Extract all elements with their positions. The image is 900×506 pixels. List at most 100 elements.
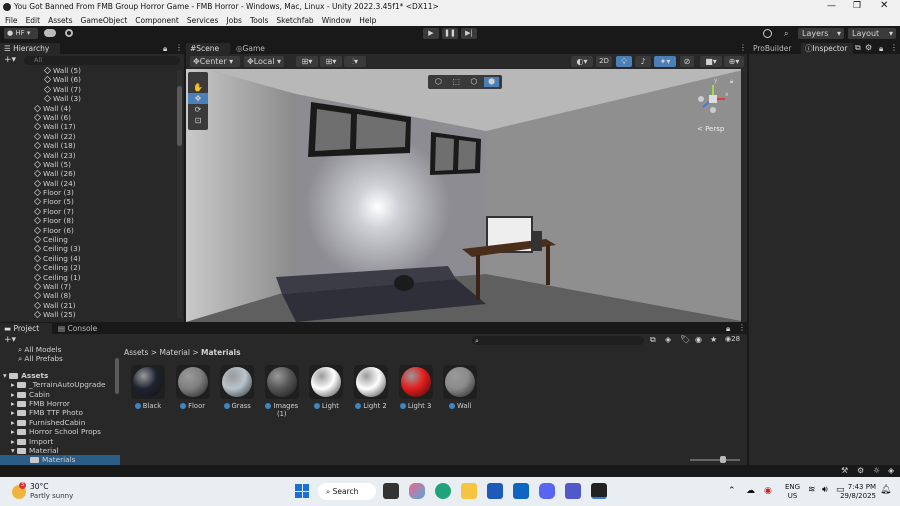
tree-scrollbar[interactable] — [115, 358, 119, 394]
layout-dropdown[interactable]: Layout ▾ — [848, 28, 896, 39]
unity-taskbar-icon[interactable] — [591, 483, 607, 499]
hierarchy-item[interactable]: Wall (5) — [0, 160, 176, 169]
create-button[interactable]: +▾ — [4, 55, 16, 65]
lock-icon[interactable]: 🔒︎ — [730, 78, 733, 86]
diagnostics-icon[interactable]: ⚒ — [841, 466, 848, 475]
history-icon[interactable] — [763, 29, 772, 38]
cloud-icon[interactable] — [44, 29, 56, 37]
step-button[interactable]: ▶| — [461, 28, 477, 39]
maximize-button[interactable]: ❐ — [853, 1, 861, 11]
bug-icon[interactable]: ☼ — [873, 466, 880, 475]
menu-edit[interactable]: Edit — [26, 16, 41, 25]
folder-item[interactable]: ▾ Material — [0, 446, 120, 455]
hierarchy-item[interactable]: Wall (21) — [0, 301, 176, 310]
wifi-icon[interactable]: ≋ — [808, 485, 816, 495]
toggle-2d-button[interactable]: 2D — [596, 56, 612, 67]
vertex-mode-icon[interactable]: ⬚ — [449, 77, 464, 87]
hierarchy-item[interactable]: Wall (22) — [0, 132, 176, 141]
more-icon[interactable]: ⋮ — [890, 43, 898, 52]
store-icon[interactable] — [487, 483, 503, 499]
folder-item[interactable]: ▸ Cabin — [0, 390, 120, 399]
hierarchy-item[interactable]: Wall (6) — [0, 113, 176, 122]
hierarchy-item[interactable]: Floor (8) — [0, 216, 176, 225]
tab-hierarchy[interactable]: ☰ Hierarchy — [0, 43, 60, 54]
hierarchy-item[interactable]: Ceiling (4) — [0, 254, 176, 263]
breadcrumb-material[interactable]: Material — [159, 348, 189, 357]
scale-tool-icon[interactable]: ⊡ — [188, 115, 208, 126]
menu-gameobject[interactable]: GameObject — [81, 16, 128, 25]
hierarchy-item[interactable]: Wall (8) — [0, 291, 176, 300]
folder-item-selected[interactable]: Materials — [0, 455, 120, 465]
move-tool-icon[interactable]: ✥ — [188, 93, 208, 104]
tab-game[interactable]: ◎Game — [232, 43, 272, 54]
weather-widget[interactable]: 3 30°C Partly sunny — [10, 482, 90, 502]
outlook-icon[interactable] — [513, 483, 529, 499]
language-indicator[interactable]: ENG US — [785, 483, 800, 501]
edge-icon[interactable] — [435, 483, 451, 499]
hierarchy-scrollbar[interactable] — [177, 70, 182, 318]
menu-tools[interactable]: Tools — [250, 16, 268, 25]
minimize-button[interactable]: — — [827, 1, 836, 11]
tab-inspector[interactable]: ⓘInspector — [801, 43, 853, 54]
more-icon[interactable]: ⋮ — [739, 43, 747, 52]
material-asset[interactable]: Black — [130, 365, 166, 415]
task-view-icon[interactable] — [383, 483, 399, 499]
taskbar-search[interactable]: ⌕ Search — [318, 483, 376, 500]
tree-item-all-models[interactable]: ⌕ All Models — [0, 345, 120, 354]
hidden-packages-icon[interactable]: ◉ — [695, 335, 702, 344]
hierarchy-item[interactable]: Floor (7) — [0, 207, 176, 216]
hierarchy-item[interactable]: Wall (3) — [0, 94, 176, 103]
menu-window[interactable]: Window — [322, 16, 352, 25]
cache-icon[interactable]: ◈ — [888, 466, 894, 475]
folder-item[interactable]: ▸ FMB Horror — [0, 399, 120, 408]
hierarchy-item[interactable]: Wall (7) — [0, 282, 176, 291]
hierarchy-item[interactable]: Ceiling (2) — [0, 263, 176, 272]
search-icon[interactable]: ⌕ — [784, 29, 788, 39]
search-by-label-icon[interactable]: ◈ — [665, 335, 671, 344]
file-explorer-icon[interactable] — [461, 483, 477, 499]
material-asset[interactable]: Light — [308, 365, 344, 415]
settings-icon[interactable]: ⚙ — [865, 43, 872, 52]
edge-mode-icon[interactable]: ⬡ — [467, 77, 482, 87]
account-dropdown[interactable]: ● HF ▾ — [4, 28, 38, 39]
more-icon[interactable]: ⋮ — [738, 323, 746, 332]
hierarchy-item[interactable]: Wall (25) — [0, 310, 176, 319]
menu-assets[interactable]: Assets — [48, 16, 72, 25]
chevron-up-icon[interactable]: ⌃ — [728, 486, 736, 496]
menu-help[interactable]: Help — [359, 16, 376, 25]
project-search[interactable]: ⌕ — [472, 336, 644, 345]
zoom-slider[interactable] — [690, 456, 740, 463]
increment-snap-button[interactable]: ⫶▾ — [344, 56, 366, 67]
lock-icon[interactable]: 🔒︎ — [879, 44, 883, 54]
tab-project[interactable]: ▬ Project — [0, 323, 52, 334]
volume-icon[interactable]: 🔊︎ — [822, 485, 828, 495]
hierarchy-item[interactable]: Wall (18) — [0, 141, 176, 150]
hierarchy-item[interactable]: Wall (24) — [0, 179, 176, 188]
tray-app-icon-2[interactable]: ◉ — [764, 486, 772, 496]
progress-icon[interactable]: ⚙ — [857, 466, 864, 475]
shading-dropdown[interactable]: ◐▾ — [571, 56, 593, 67]
hierarchy-item[interactable]: Ceiling — [0, 235, 176, 244]
face-mode-icon[interactable]: ⬢ — [484, 77, 499, 87]
hierarchy-item[interactable]: Wall (23) — [0, 151, 176, 160]
hierarchy-item[interactable]: Floor (5) — [0, 197, 176, 206]
pivot-dropdown[interactable]: ✥Center ▾ — [190, 56, 240, 67]
hierarchy-search[interactable]: All — [24, 56, 180, 65]
start-button[interactable] — [295, 484, 309, 498]
create-asset-button[interactable]: +▾ — [4, 335, 16, 345]
copilot-icon[interactable] — [409, 483, 425, 499]
folder-item[interactable]: ▸ Horror School Props — [0, 427, 120, 436]
lock-icon[interactable]: 🔒︎ — [726, 324, 730, 334]
slider-handle[interactable] — [720, 456, 726, 463]
space-dropdown[interactable]: ✥Local ▾ — [244, 56, 284, 67]
tab-scene[interactable]: #Scene — [186, 43, 230, 54]
material-asset[interactable]: Images (1) — [264, 365, 300, 418]
collab-icon[interactable] — [65, 29, 73, 37]
orientation-gizmo[interactable]: y x — [696, 77, 730, 117]
layers-dropdown[interactable]: Layers ▾ — [798, 28, 844, 39]
play-button[interactable]: ▶ — [423, 28, 439, 39]
favorite-icon[interactable]: ★ — [710, 335, 717, 344]
debug-icon[interactable]: ⧉ — [855, 43, 861, 53]
rotate-tool-icon[interactable]: ⟳ — [188, 104, 208, 115]
tree-item-assets[interactable]: ▾ Assets — [0, 371, 120, 380]
